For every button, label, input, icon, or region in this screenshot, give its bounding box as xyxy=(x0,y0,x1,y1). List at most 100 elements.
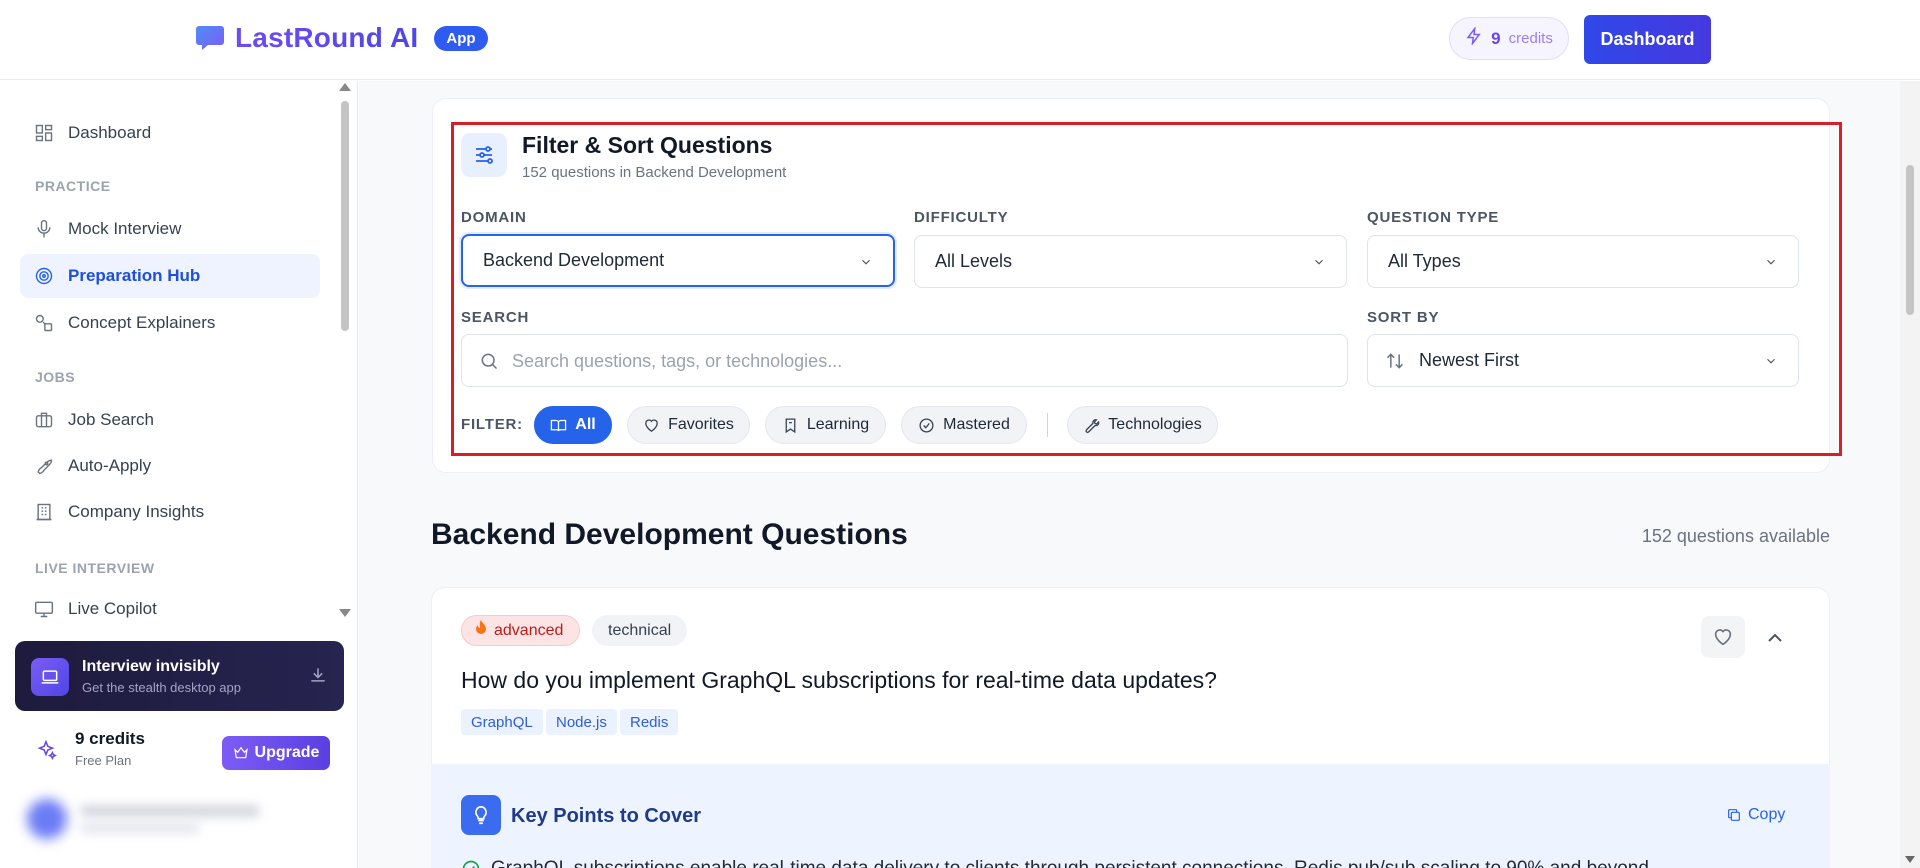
promo-title: Interview invisibly xyxy=(82,658,220,675)
key-point-text: GraphQL subscriptions enable real-time d… xyxy=(491,858,1649,868)
brand-logo[interactable]: LastRound AI App xyxy=(195,22,488,54)
crown-icon xyxy=(233,746,248,759)
plan-name: Free Plan xyxy=(75,753,132,768)
sidebar-item-live-copilot[interactable]: Live Copilot xyxy=(20,587,320,631)
sidebar-scrollbar[interactable] xyxy=(339,81,351,621)
desktop-app-promo[interactable]: Interview invisibly Get the stealth desk… xyxy=(15,641,344,711)
sidebar-item-label: Job Search xyxy=(68,410,154,429)
search-icon xyxy=(481,353,498,370)
filter-title: Filter & Sort Questions xyxy=(522,132,773,158)
domain-select[interactable]: Backend Development xyxy=(461,234,895,287)
sidebar-item-job-search[interactable]: Job Search xyxy=(20,398,320,442)
scrollbar-thumb[interactable] xyxy=(341,101,349,331)
copy-icon xyxy=(1728,809,1740,821)
scroll-down-arrow-icon[interactable] xyxy=(339,609,351,617)
difficulty-value: All Levels xyxy=(935,251,1013,271)
search-label: SEARCH xyxy=(461,309,530,326)
sort-by-value: Newest First xyxy=(1419,350,1520,370)
sidebar-item-label: Dashboard xyxy=(68,123,152,142)
sidebar-item-concept-explainers[interactable]: Concept Explainers xyxy=(20,301,320,345)
dashboard-button[interactable]: Dashboard xyxy=(1584,15,1711,64)
copy-label: Copy xyxy=(1748,806,1786,823)
chevron-down-icon xyxy=(1315,259,1323,265)
question-type-value: All Types xyxy=(1388,251,1461,271)
question-type-badge: technical xyxy=(592,615,688,646)
filter-chips-label: FILTER: xyxy=(461,416,523,433)
shapes-icon xyxy=(35,314,53,332)
sidebar-item-dashboard[interactable]: Dashboard xyxy=(20,111,320,155)
question-type-label: QUESTION TYPE xyxy=(1367,209,1500,226)
book-open-icon xyxy=(551,419,567,431)
heart-icon xyxy=(645,418,658,432)
main-scrollbar[interactable] xyxy=(1900,81,1920,868)
credits-pill[interactable]: 9 credits xyxy=(1449,17,1569,60)
sidebar-item-preparation-hub[interactable]: Preparation Hub xyxy=(20,254,320,298)
wrench-icon xyxy=(1085,418,1100,433)
scroll-up-arrow-icon[interactable] xyxy=(339,83,351,91)
question-type-select[interactable]: All Types xyxy=(1367,235,1799,288)
upgrade-button[interactable]: Upgrade xyxy=(222,736,330,770)
questions-section-title: Backend Development Questions xyxy=(431,518,908,551)
user-name-redacted xyxy=(80,805,260,817)
check-circle-icon xyxy=(919,417,934,433)
chip-label: Technologies xyxy=(1108,416,1202,433)
key-points-title: Key Points to Cover xyxy=(511,805,702,827)
briefcase-icon xyxy=(35,412,53,428)
sidebar-item-label: Concept Explainers xyxy=(68,313,216,332)
user-profile[interactable] xyxy=(15,789,344,849)
tag-graphql[interactable]: GraphQL xyxy=(461,709,543,735)
sort-by-select[interactable]: Newest First xyxy=(1367,334,1799,387)
difficulty-select[interactable]: All Levels xyxy=(914,235,1347,288)
sliders-icon xyxy=(461,133,507,177)
heart-icon xyxy=(1714,629,1732,646)
scrollbar-thumb[interactable] xyxy=(1906,165,1914,315)
check-circle-icon xyxy=(462,860,480,868)
search-field[interactable] xyxy=(461,334,1348,387)
sidebar-item-company-insights[interactable]: Company Insights xyxy=(20,490,320,534)
sidebar-item-label: Auto-Apply xyxy=(68,456,152,475)
credits-count: 9 xyxy=(1491,28,1501,48)
tag-nodejs[interactable]: Node.js xyxy=(546,709,617,735)
chevron-up-icon[interactable] xyxy=(1763,626,1787,650)
chevron-down-icon xyxy=(1767,259,1775,265)
brand-name: LastRound AI xyxy=(235,22,419,53)
filter-chip-learning[interactable]: Learning xyxy=(765,406,886,444)
credits-label: credits xyxy=(1508,30,1553,47)
credits-title: 9 credits xyxy=(75,729,145,748)
app-badge: App xyxy=(434,25,488,51)
sidebar-item-label: Mock Interview xyxy=(68,219,182,238)
chip-label: Mastered xyxy=(943,416,1010,433)
bookmark-icon xyxy=(785,417,796,433)
rocket-icon xyxy=(37,459,53,475)
promo-subtitle: Get the stealth desktop app xyxy=(82,680,241,695)
sidebar-item-mock-interview[interactable]: Mock Interview xyxy=(20,207,320,251)
building-icon xyxy=(36,503,52,521)
filter-chip-all[interactable]: All xyxy=(534,406,612,444)
chat-bubble-logo-icon xyxy=(196,26,224,50)
sidebar-item-label: Live Copilot xyxy=(68,599,157,618)
filter-chip-mastered[interactable]: Mastered xyxy=(901,406,1027,444)
lightning-icon xyxy=(1465,25,1483,50)
favorite-button[interactable] xyxy=(1701,616,1745,658)
target-icon xyxy=(35,267,53,285)
sidebar-item-auto-apply[interactable]: Auto-Apply xyxy=(20,444,320,488)
top-header: LastRound AI App 9 credits Dashboard xyxy=(0,0,1920,80)
filter-chip-technologies[interactable]: Technologies xyxy=(1067,406,1218,444)
chip-label: All xyxy=(575,416,596,433)
sidebar-item-label: Preparation Hub xyxy=(68,266,201,285)
fire-icon xyxy=(474,620,488,641)
section-label-live-interview: LIVE INTERVIEW xyxy=(35,560,155,576)
domain-value: Backend Development xyxy=(483,250,665,270)
tag-redis[interactable]: Redis xyxy=(620,709,679,735)
question-title[interactable]: How do you implement GraphQL subscriptio… xyxy=(461,667,1217,694)
filter-chip-favorites[interactable]: Favorites xyxy=(627,406,750,444)
lightbulb-icon xyxy=(461,795,501,835)
scroll-down-arrow-icon[interactable] xyxy=(1905,856,1915,863)
search-input[interactable] xyxy=(512,347,1312,375)
section-label-jobs: JOBS xyxy=(35,369,76,385)
sidebar-item-label: Company Insights xyxy=(68,502,205,521)
sort-by-label: SORT BY xyxy=(1367,309,1440,326)
copy-button[interactable]: Copy xyxy=(1726,806,1785,824)
grid-icon xyxy=(35,124,53,142)
download-icon[interactable] xyxy=(308,665,328,685)
